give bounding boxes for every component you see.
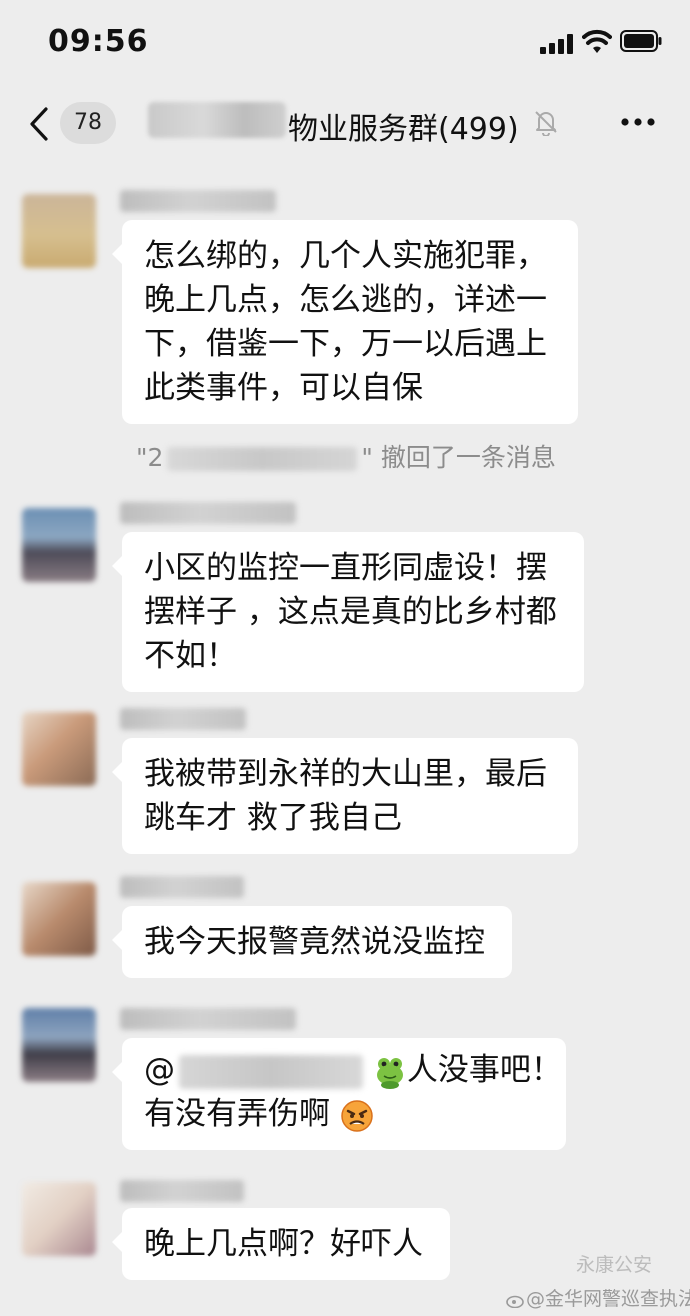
redacted-group-name <box>148 102 286 138</box>
message-bubble[interactable]: 小区的监控一直形同虚设！摆摆样子 ，这点是真的比乡村都不如！ <box>112 532 584 692</box>
sender-name-redacted: 2 <box>120 190 276 212</box>
message-bubble[interactable]: 晚上几点啊？好吓人 <box>112 1208 450 1280</box>
avatar[interactable] <box>22 1008 96 1082</box>
weibo-logo-icon <box>506 1295 524 1308</box>
wifi-icon <box>582 29 612 53</box>
watermark: @金华网警巡查执法 <box>506 1284 690 1311</box>
chat-title: 物业服务群(499) <box>288 112 519 147</box>
angry-face-emoji-icon <box>341 1099 373 1132</box>
avatar[interactable] <box>22 882 96 956</box>
avatar[interactable] <box>22 508 96 582</box>
mute-bell-icon <box>535 111 557 136</box>
recall-notice-prefix: "2 <box>136 443 164 472</box>
sender-name-redacted <box>120 876 244 898</box>
frog-emoji-icon <box>376 1057 403 1089</box>
message-bubble[interactable]: 我今天报警竟然说没监控 <box>112 906 512 978</box>
sender-name-redacted <box>120 708 246 730</box>
redacted-mention[interactable] <box>179 1054 363 1089</box>
message-text: 人没事吧！ <box>406 1052 562 1088</box>
chat-header: 78 物业服务群(499) <box>0 88 690 160</box>
watermark-text: @金华网警巡查执法 <box>526 1288 690 1310</box>
recall-notice-text: " 撤回了一条消息 <box>361 443 556 472</box>
sender-name-redacted <box>120 1180 244 1202</box>
clock: 09:56 <box>48 24 149 59</box>
avatar[interactable] <box>22 712 96 786</box>
message-bubble[interactable]: 我被带到永祥的大山里，最后跳车才 救了我自己 <box>112 738 578 854</box>
message-text: 有没有弄伤啊 <box>144 1096 330 1132</box>
message-bubble[interactable]: @ 人没事吧！ 有没有弄伤啊 <box>112 1038 566 1150</box>
mention-symbol: @ <box>144 1052 175 1088</box>
message-text: 我今天报警竟然说没监控 <box>144 924 485 960</box>
message-text: 我被带到永祥的大山里，最后跳车才 救了我自己 <box>144 756 547 836</box>
sender-name-redacted <box>120 1008 296 1030</box>
message-text: 晚上几点啊？好吓人 <box>144 1226 423 1262</box>
back-chevron-icon[interactable] <box>28 106 50 142</box>
more-options-icon[interactable] <box>620 112 656 132</box>
status-bar: 09:56 <box>0 0 690 88</box>
sender-name-redacted <box>120 502 296 524</box>
watermark-secondary: 永康公安 <box>576 1254 653 1276</box>
recall-notice: "2 " 撤回了一条消息 <box>136 438 556 472</box>
redacted-user <box>167 447 358 471</box>
avatar[interactable] <box>22 194 96 268</box>
avatar[interactable] <box>22 1182 96 1256</box>
unread-count-badge[interactable]: 78 <box>60 102 116 144</box>
cellular-signal-icon <box>540 34 573 54</box>
battery-icon <box>620 30 662 52</box>
message-bubble[interactable]: 怎么绑的，几个人实施犯罪，晚上几点，怎么逃的，详述一下，借鉴一下，万一以后遇上此… <box>112 220 578 424</box>
message-text: 怎么绑的，几个人实施犯罪，晚上几点，怎么逃的，详述一下，借鉴一下，万一以后遇上此… <box>144 238 547 406</box>
message-text: 小区的监控一直形同虚设！摆摆样子 ，这点是真的比乡村都不如！ <box>144 550 557 674</box>
